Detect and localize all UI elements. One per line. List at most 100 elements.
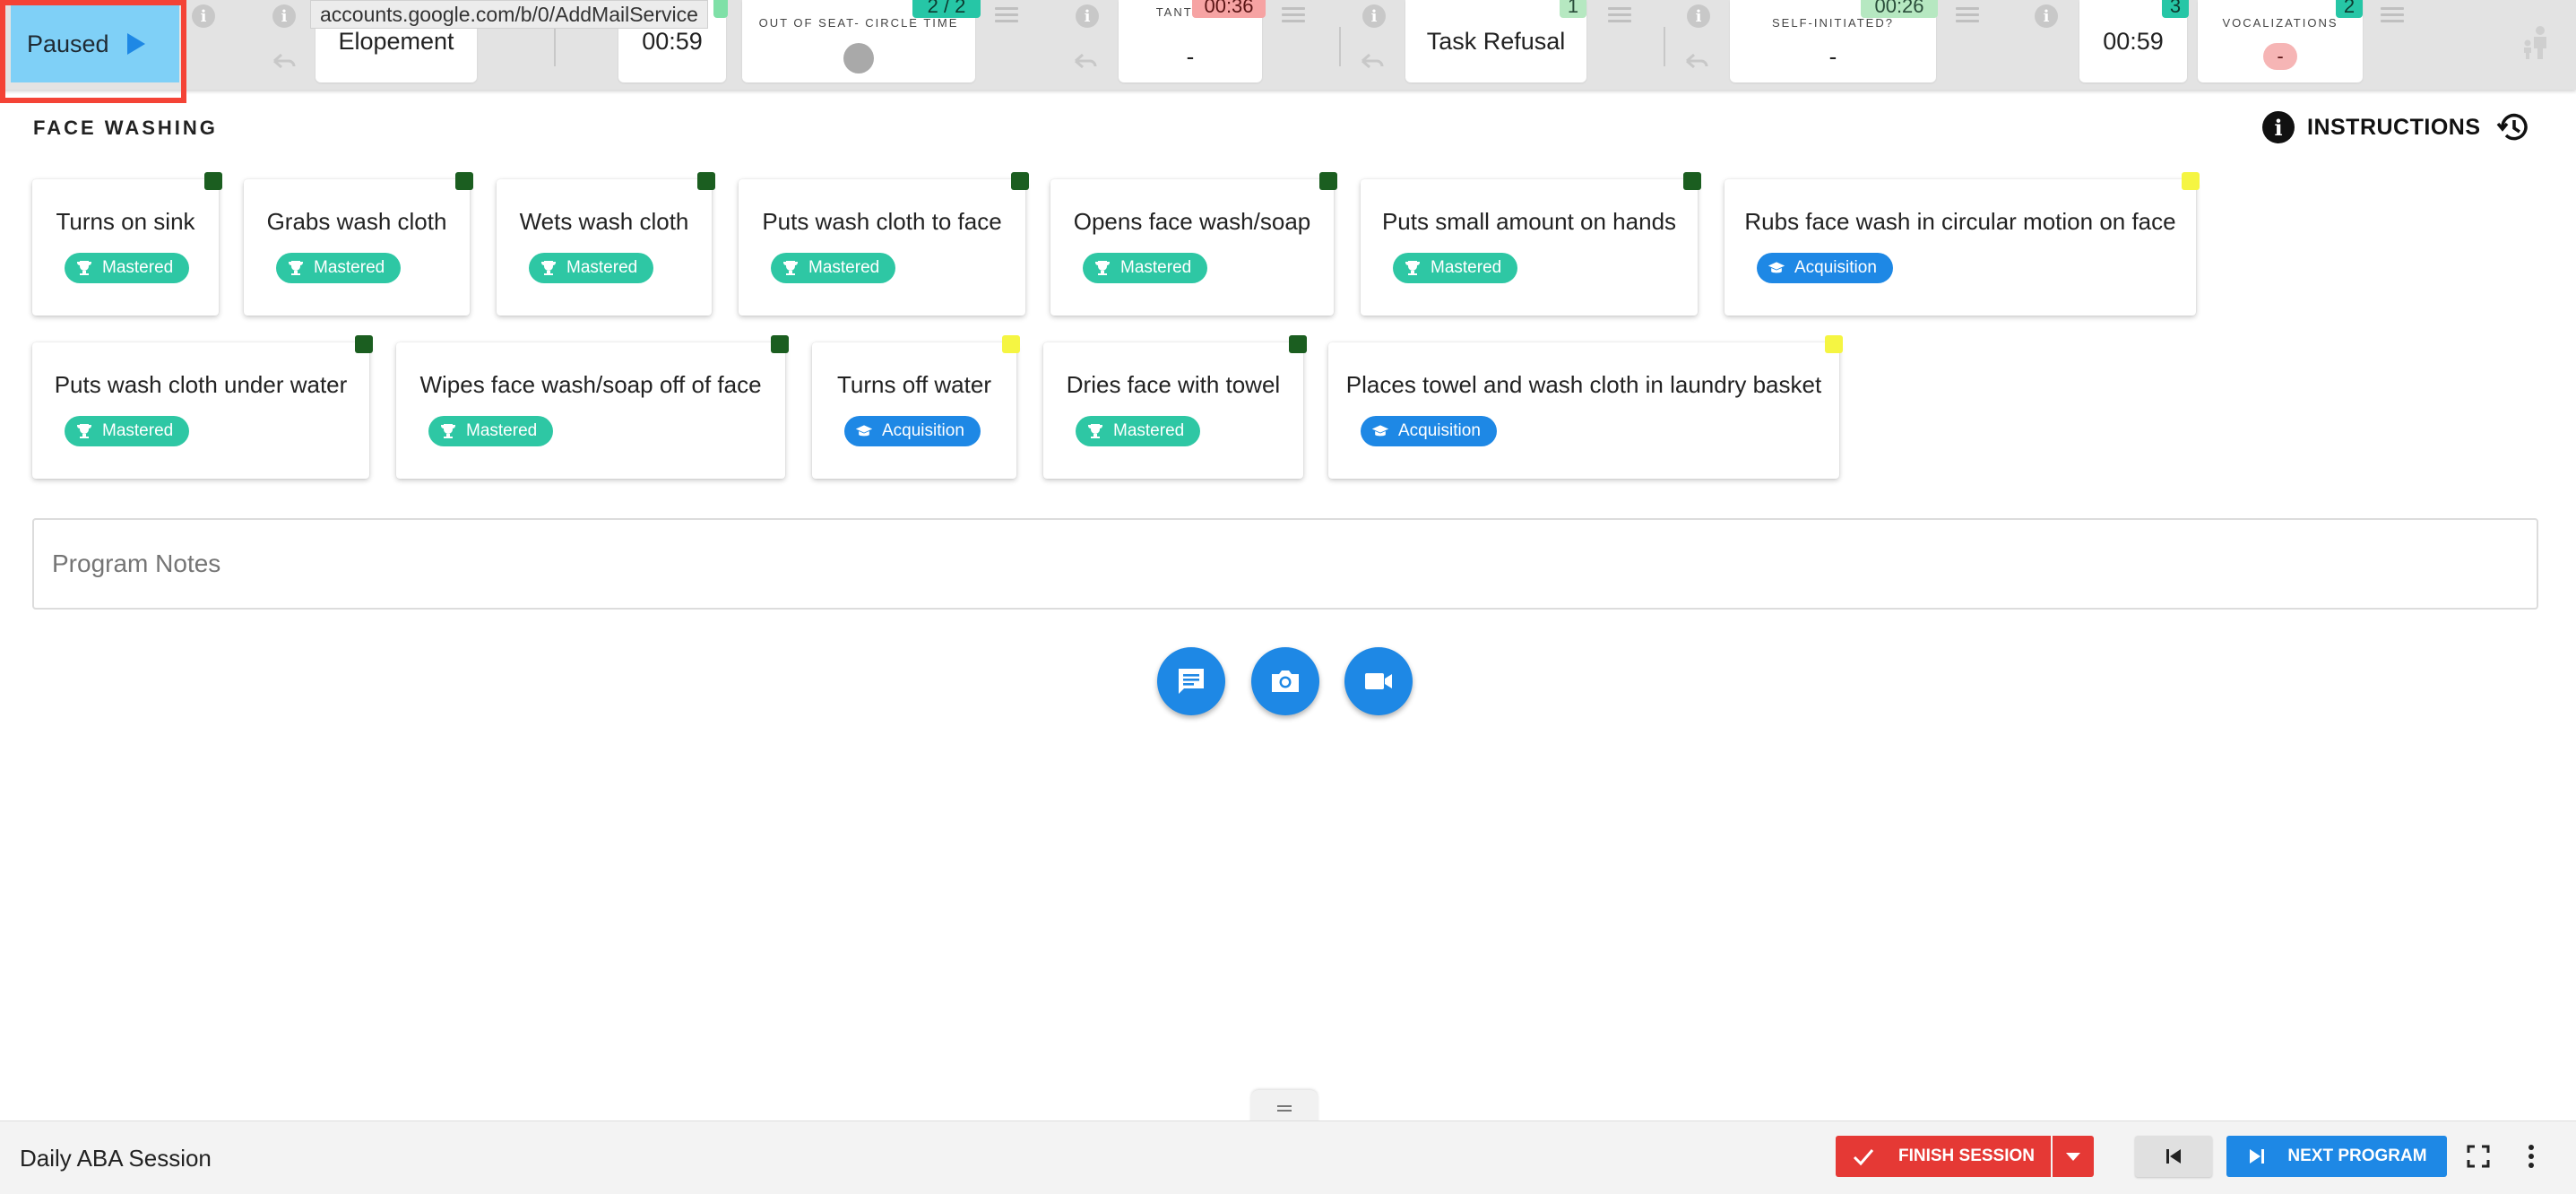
progress-flag <box>1683 172 1701 190</box>
next-program-button[interactable]: NEXT PROGRAM <box>2226 1136 2447 1177</box>
step-card[interactable]: Rubs face wash in circular motion on fac… <box>1725 172 2200 316</box>
step-card[interactable]: Puts small amount on hands Mastered <box>1361 172 1701 316</box>
mastered-chip: Mastered <box>1083 253 1208 283</box>
status-label: Mastered <box>1120 258 1192 277</box>
status-label: Mastered <box>314 258 385 277</box>
record-dot[interactable] <box>843 43 874 74</box>
undo-icon[interactable] <box>1072 52 1099 70</box>
progress-flag <box>1289 335 1307 353</box>
next-program-label: NEXT PROGRAM <box>2287 1146 2427 1165</box>
step-card[interactable]: Wets wash cloth Mastered <box>497 172 715 316</box>
step-card[interactable]: Places towel and wash cloth in laundry b… <box>1328 335 1843 479</box>
session-name: Daily ABA Session <box>20 1145 212 1172</box>
step-card[interactable]: Dries face with towel Mastered <box>1043 335 1307 479</box>
mastered-chip: Mastered <box>1393 253 1518 283</box>
step-title: Rubs face wash in circular motion on fac… <box>1744 208 2176 235</box>
mastered-chip: Mastered <box>276 253 402 283</box>
info-icon[interactable]: i <box>1076 4 1099 28</box>
vocalizations-value[interactable]: - <box>2263 43 2297 70</box>
trophy-icon <box>541 261 556 275</box>
task-refusal-label: Task Refusal <box>1426 27 1566 55</box>
step-card[interactable]: Puts wash cloth under water Mastered <box>32 335 373 479</box>
step-title: Turns on sink <box>56 208 195 235</box>
step-title: Dries face with towel <box>1066 371 1281 398</box>
trophy-icon <box>1095 261 1110 275</box>
mastered-chip: Mastered <box>1076 416 1201 446</box>
trophy-icon <box>1405 261 1420 275</box>
program-title: FACE WASHING <box>33 117 218 139</box>
play-icon <box>126 33 145 55</box>
divider <box>1664 27 1665 66</box>
info-icon[interactable]: i <box>272 4 296 28</box>
timer-value: 00:59 <box>642 27 703 55</box>
status-label: Mastered <box>1113 421 1185 440</box>
add-photo-button[interactable] <box>1251 647 1319 715</box>
status-label: Acquisition <box>1794 258 1877 277</box>
graduation-cap-icon <box>855 425 873 437</box>
more-options-icon[interactable] <box>2522 1141 2540 1172</box>
step-title: Turns off water <box>837 371 991 398</box>
camera-icon <box>1272 671 1299 692</box>
student-icon[interactable] <box>2520 25 2553 61</box>
info-icon[interactable]: i <box>192 4 215 28</box>
progress-flag <box>2182 172 2200 190</box>
history-icon[interactable] <box>2495 109 2531 145</box>
progress-flag <box>1825 335 1843 353</box>
comment-icon <box>1179 669 1204 694</box>
self-initiated-value: - <box>1828 43 1837 70</box>
notes-icon[interactable] <box>1282 7 1305 23</box>
skip-next-icon <box>2250 1149 2265 1164</box>
undo-icon[interactable] <box>1359 52 1386 70</box>
step-card[interactable]: Turns off water Acquisition <box>812 335 1020 479</box>
status-label: Mastered <box>466 421 538 440</box>
notes-icon[interactable] <box>1608 7 1631 23</box>
progress-flag <box>1319 172 1337 190</box>
notes-icon[interactable] <box>1956 7 1979 23</box>
trophy-icon <box>289 261 303 275</box>
status-label: Mastered <box>566 258 638 277</box>
skip-previous-icon <box>2166 1149 2181 1164</box>
timer-value: 00:59 <box>2103 27 2164 55</box>
fullscreen-icon[interactable] <box>2467 1145 2490 1168</box>
undo-icon[interactable] <box>271 52 298 70</box>
notes-icon[interactable] <box>2381 7 2404 23</box>
info-icon: i <box>2262 111 2295 143</box>
previous-program-button[interactable] <box>2135 1136 2212 1177</box>
add-video-button[interactable] <box>1344 647 1413 715</box>
trophy-icon <box>77 424 91 438</box>
instructions-label: INSTRUCTIONS <box>2307 114 2481 140</box>
progress-flag <box>355 335 373 353</box>
notes-icon[interactable] <box>995 7 1018 23</box>
progress-flag <box>771 335 789 353</box>
finish-session-button[interactable]: FINISH SESSION <box>1836 1136 2051 1177</box>
mastered-chip: Mastered <box>65 253 190 283</box>
step-card[interactable]: Turns on sink Mastered <box>32 172 222 316</box>
status-label: Mastered <box>808 258 880 277</box>
add-comment-button[interactable] <box>1157 647 1225 715</box>
step-title: Puts wash cloth under water <box>54 371 348 398</box>
acquisition-chip: Acquisition <box>1361 416 1497 446</box>
count-badge: 1 <box>1560 0 1586 18</box>
info-icon[interactable]: i <box>2035 4 2058 28</box>
instructions-button[interactable]: i INSTRUCTIONS <box>2262 111 2481 143</box>
finish-options-dropdown[interactable] <box>2053 1136 2094 1177</box>
finish-session-label: FINISH SESSION <box>1897 1146 2036 1165</box>
step-card[interactable]: Wipes face wash/soap off of face Mastere… <box>396 335 789 479</box>
duration-badge: 00:26 <box>1861 0 1938 18</box>
self-initiated-label: SELF-INITIATED? <box>1772 16 1894 30</box>
behavior-toolbar: Paused i i Elopement accounts.google.com… <box>0 0 2576 103</box>
acquisition-chip: Acquisition <box>1757 253 1893 283</box>
progress-flag <box>1011 172 1029 190</box>
step-card[interactable]: Opens face wash/soap Mastered <box>1050 172 1337 316</box>
step-title: Wipes face wash/soap off of face <box>419 371 762 398</box>
info-icon[interactable]: i <box>1362 4 1386 28</box>
step-card[interactable]: Grabs wash cloth Mastered <box>244 172 473 316</box>
step-title: Grabs wash cloth <box>266 208 447 235</box>
count-badge: 3 <box>2162 0 2189 18</box>
paused-play-button[interactable]: Paused <box>11 5 179 82</box>
step-card[interactable]: Puts wash cloth to face Mastered <box>739 172 1029 316</box>
undo-icon[interactable] <box>1683 52 1710 70</box>
program-notes-input[interactable] <box>52 520 2508 608</box>
progress-flag <box>204 172 222 190</box>
info-icon[interactable]: i <box>1687 4 1710 28</box>
